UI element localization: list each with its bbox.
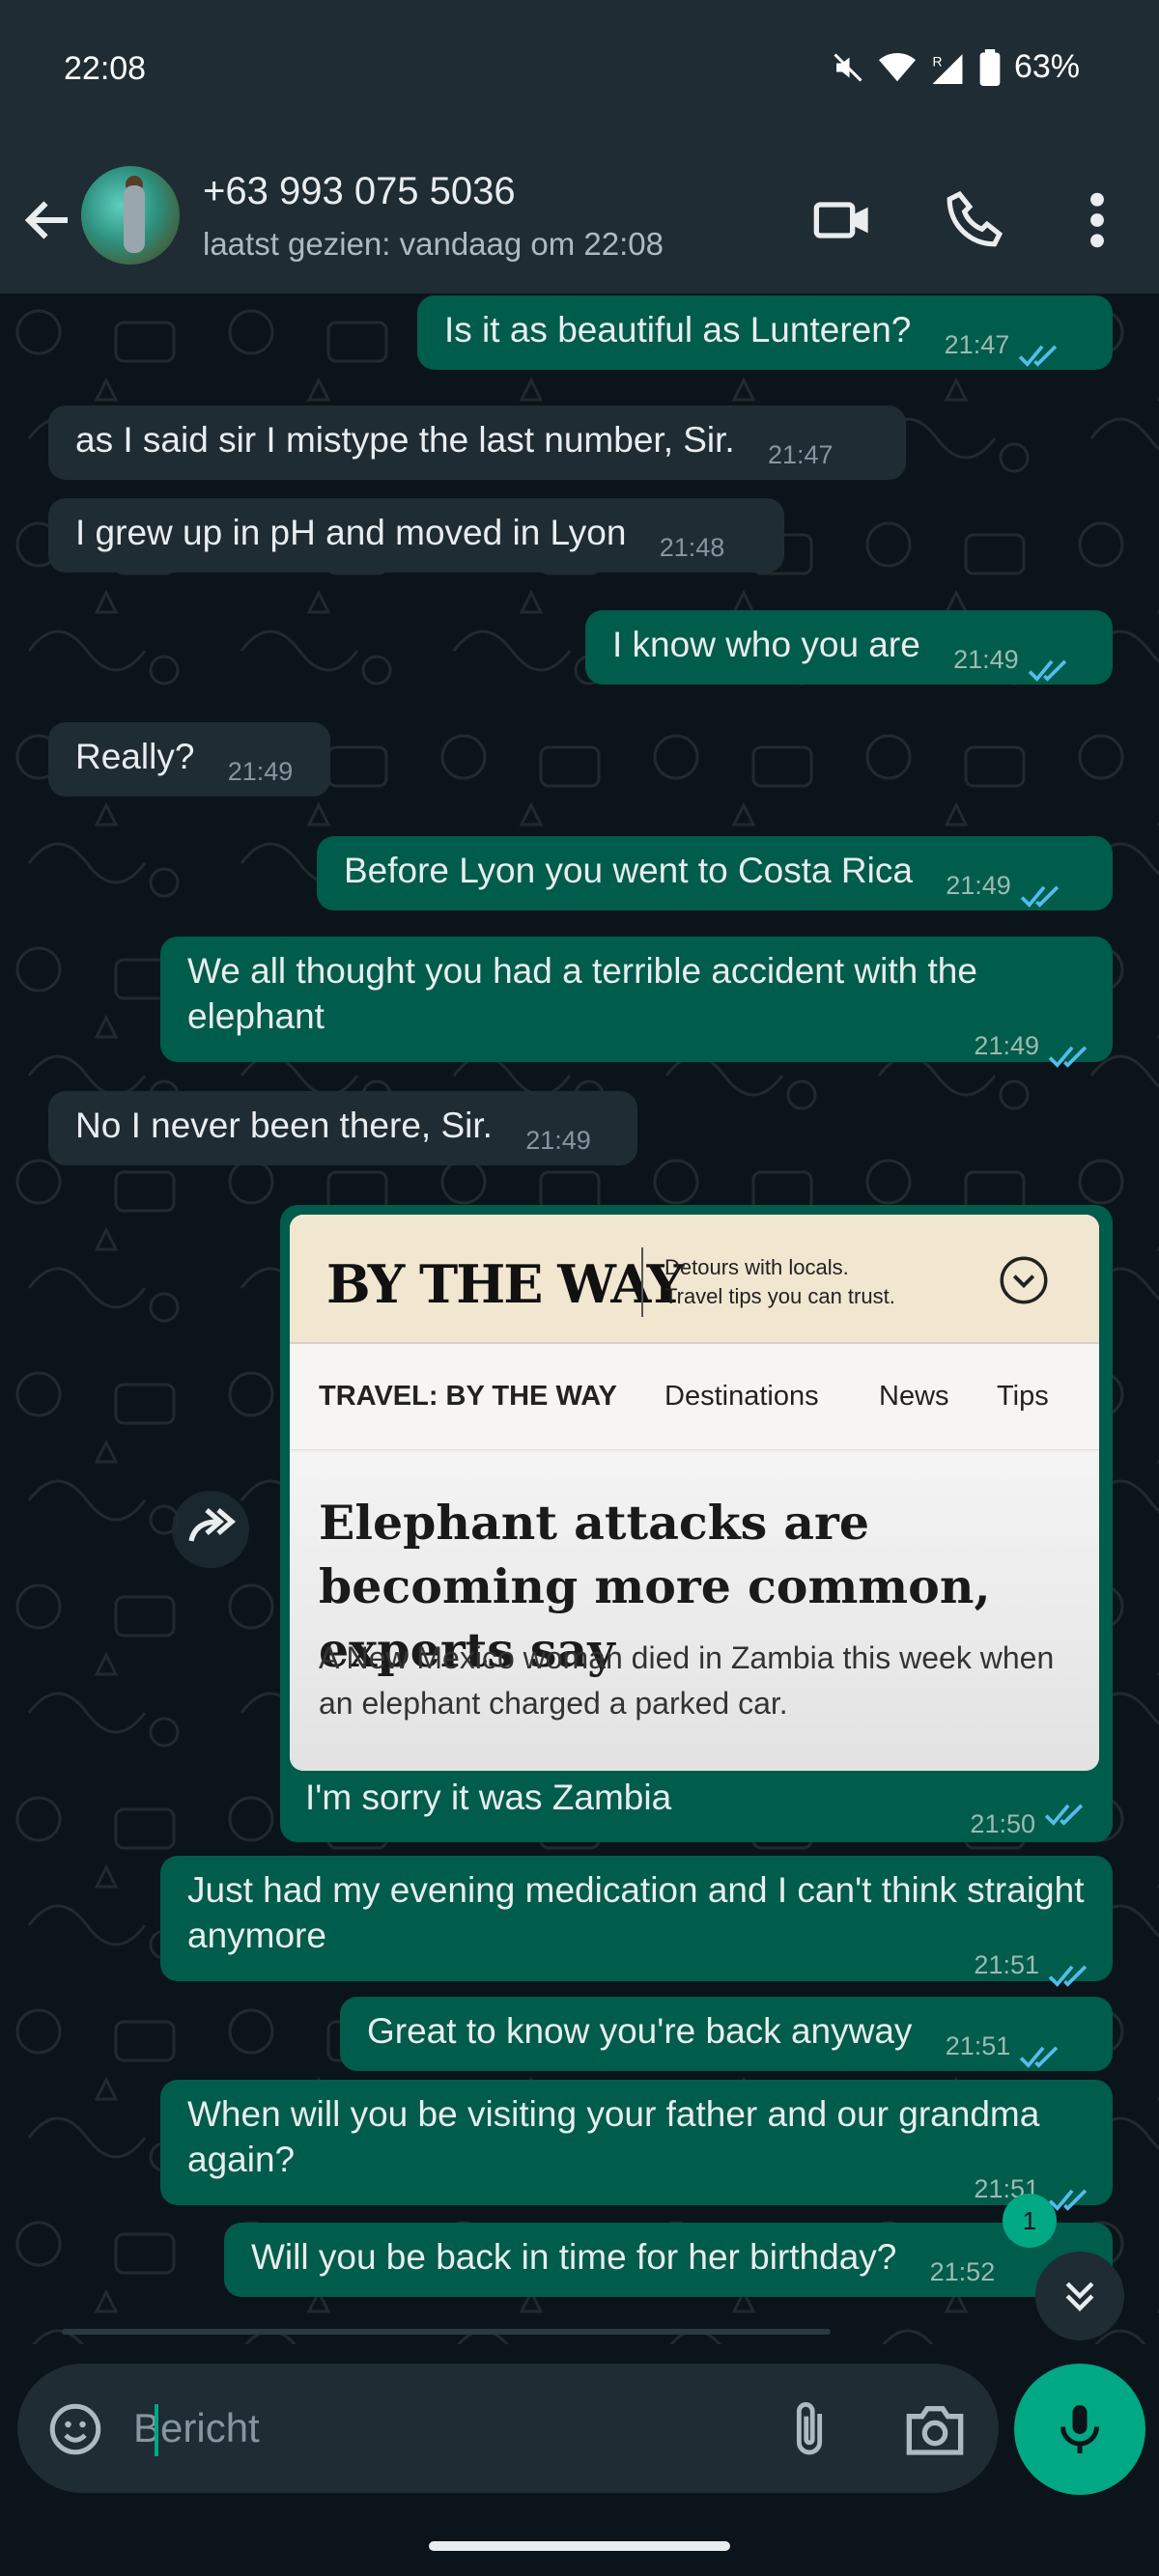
- message-bubble-out[interactable]: Just had my evening medication and I can…: [160, 1856, 1113, 1987]
- forward-button[interactable]: [172, 1491, 249, 1568]
- more-options-icon[interactable]: [1082, 189, 1113, 251]
- status-time: 22:08: [64, 50, 147, 87]
- tagline-line-1: Detours with locals.: [664, 1255, 849, 1279]
- link-preview-card[interactable]: BY THE WAY Detours with locals. Travel t…: [290, 1215, 1099, 1771]
- message-bubble-in[interactable]: Really? 21:49: [48, 722, 330, 797]
- message-text: Great to know you're back anyway: [367, 2011, 913, 2051]
- message-time: 21:49: [946, 871, 1011, 900]
- voice-message-button[interactable]: [1014, 2364, 1145, 2495]
- message-bubble-out[interactable]: When will you be visiting your father an…: [160, 2080, 1113, 2211]
- back-arrow-icon[interactable]: [19, 191, 77, 249]
- message-text: Really?: [75, 737, 195, 776]
- battery-icon: [979, 48, 1001, 86]
- signal-icon: R: [932, 53, 963, 84]
- message-bubble-out[interactable]: Before Lyon you went to Costa Rica 21:49: [317, 836, 1113, 910]
- battery-level: 63%: [1013, 48, 1080, 85]
- unread-badge: 1: [1003, 2194, 1057, 2248]
- message-bubble-out[interactable]: Will you be back in time for her birthda…: [224, 2223, 1113, 2297]
- message-time: 21:49: [525, 1126, 591, 1155]
- preview-nav: TRAVEL: BY THE WAY Destinations News Tip…: [290, 1344, 1099, 1450]
- attach-icon[interactable]: [784, 2398, 834, 2460]
- preview-nav-tips: Tips: [997, 1381, 1049, 1412]
- message-text: I'm sorry it was Zambia: [305, 1778, 672, 1817]
- message-composer: [17, 2364, 999, 2493]
- status-bar: 22:08 R 63%: [0, 0, 1159, 145]
- message-bubble-out[interactable]: I know who you are 21:49: [585, 610, 1113, 685]
- message-bubble-out[interactable]: We all thought you had a terrible accide…: [160, 937, 1113, 1068]
- preview-divider: [641, 1247, 643, 1317]
- scroll-indicator: [62, 2329, 831, 2335]
- svg-text:R: R: [932, 53, 942, 69]
- double-check-icon: [1048, 1046, 1088, 1068]
- message-text: Will you be back in time for her birthda…: [251, 2237, 897, 2277]
- double-check-icon: [1048, 1965, 1088, 1987]
- scroll-to-bottom-button[interactable]: [1035, 2252, 1124, 2340]
- chevron-down-icon: [1000, 1256, 1048, 1304]
- message-bubble-in[interactable]: I grew up in pH and moved in Lyon 21:48: [48, 498, 784, 573]
- message-time: 21:48: [659, 533, 725, 562]
- message-bubble-in[interactable]: as I said sir I mistype the last number,…: [48, 406, 906, 480]
- contact-name[interactable]: +63 993 075 5036: [203, 170, 516, 213]
- message-input[interactable]: [133, 2393, 751, 2464]
- preview-nav-section: TRAVEL: BY THE WAY: [319, 1381, 617, 1412]
- preview-logo: BY THE WAY: [326, 1253, 684, 1315]
- mute-icon: [834, 52, 862, 82]
- chat-header: +63 993 075 5036 laatst gezien: vandaag …: [0, 145, 1159, 294]
- preview-nav-news: News: [879, 1381, 949, 1412]
- message-bubble-out[interactable]: Is it as beautiful as Lunteren? 21:47: [417, 295, 1113, 370]
- message-text: I know who you are: [612, 625, 920, 664]
- message-time: 21:49: [227, 757, 294, 786]
- message-bubble-in[interactable]: No I never been there, Sir. 21:49: [48, 1091, 637, 1165]
- double-check-icon: [1028, 659, 1066, 682]
- voice-call-icon[interactable]: [945, 189, 1004, 249]
- microphone-icon: [1060, 2405, 1099, 2453]
- camera-icon[interactable]: [904, 2400, 966, 2458]
- home-indicator[interactable]: [429, 2541, 730, 2551]
- video-call-icon[interactable]: [811, 189, 873, 251]
- double-check-icon: [1020, 2046, 1059, 2068]
- avatar[interactable]: [81, 166, 180, 265]
- message-time: 21:50: [970, 1809, 1035, 1838]
- preview-banner: BY THE WAY Detours with locals. Travel t…: [290, 1215, 1099, 1344]
- tagline-line-2: Travel tips you can trust.: [664, 1284, 895, 1308]
- message-time: 21:51: [945, 2031, 1011, 2060]
- message-text: Is it as beautiful as Lunteren?: [444, 310, 912, 350]
- preview-nav-destinations: Destinations: [664, 1381, 819, 1412]
- message-time: 21:49: [953, 645, 1019, 674]
- message-time: 21:47: [944, 330, 1010, 359]
- message-text: No I never been there, Sir.: [75, 1106, 493, 1145]
- last-seen: laatst gezien: vandaag om 22:08: [203, 226, 664, 262]
- double-chevron-down-icon: [1065, 2282, 1094, 2311]
- double-check-icon: [1044, 1804, 1084, 1826]
- message-time: 21:47: [768, 440, 834, 469]
- status-icons: R 63%: [831, 48, 1080, 86]
- message-time: 21:49: [974, 1031, 1039, 1060]
- double-check-icon: [1020, 885, 1059, 908]
- preview-subtitle: A New Mexico woman died in Zambia this w…: [319, 1640, 1055, 1721]
- preview-article: Elephant attacks are becoming more commo…: [290, 1452, 1099, 1771]
- text-cursor: [155, 2404, 158, 2456]
- message-time: 21:52: [929, 2257, 996, 2286]
- emoji-icon[interactable]: [46, 2400, 104, 2458]
- message-text: as I said sir I mistype the last number,…: [75, 420, 735, 460]
- double-check-icon: [1018, 345, 1058, 367]
- message-time: 21:51: [974, 1950, 1039, 1979]
- forward-icon: [188, 1508, 236, 1542]
- message-text: Before Lyon you went to Costa Rica: [344, 851, 913, 890]
- message-bubble-out[interactable]: Great to know you're back anyway 21:51: [340, 1997, 1113, 2071]
- preview-tagline: Detours with locals. Travel tips you can…: [664, 1253, 895, 1311]
- message-text: I grew up in pH and moved in Lyon: [75, 513, 627, 552]
- wifi-icon: [878, 52, 916, 81]
